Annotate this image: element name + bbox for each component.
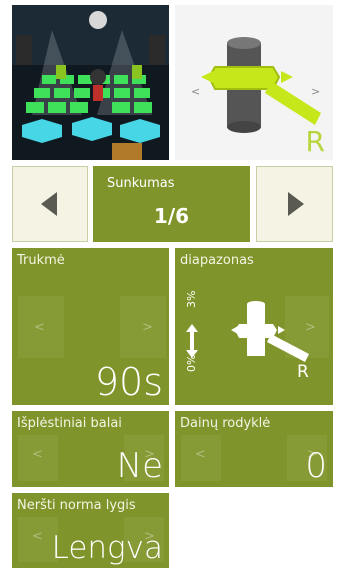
left-arrow-icon — [41, 192, 57, 216]
song-indicator-label: Dainų rodyklė — [180, 416, 271, 431]
wear-norm-label: Neršti norma lygis — [17, 498, 136, 513]
stage-preview-image[interactable] — [12, 5, 169, 160]
extended-scores-prev-arrow: < — [32, 447, 43, 462]
duration-label: Trukmė — [17, 253, 65, 268]
extended-scores-tile[interactable]: Išplėstiniai balai < > Ne — [12, 411, 169, 487]
duration-value: 90s — [94, 360, 163, 404]
song-indicator-value: 0 — [305, 446, 327, 486]
extended-scores-label: Išplėstiniai balai — [17, 416, 122, 431]
difficulty-value: 1/6 — [153, 204, 190, 228]
svg-text:<: < — [191, 85, 200, 98]
difficulty-label: Sunkumas — [107, 176, 175, 191]
song-indicator-prev-arrow: < — [195, 447, 206, 462]
duration-prev-arrow: < — [34, 320, 45, 335]
difficulty-tile[interactable]: Sunkumas 1/6 — [93, 166, 250, 242]
duration-tile[interactable]: Trukmė < > 90s — [12, 248, 169, 405]
hold-note-icon-tile[interactable]: < > R — [175, 5, 333, 160]
duration-next-arrow: > — [142, 320, 153, 335]
hold-icon-letter: R — [305, 125, 325, 158]
range-mode-letter: R — [297, 362, 309, 382]
wear-norm-value: Lengva — [51, 530, 163, 566]
extended-scores-value: Ne — [116, 446, 163, 486]
range-lower-percent: 0% — [185, 354, 198, 372]
song-indicator-tile[interactable]: Dainų rodyklė < > 0 — [175, 411, 333, 487]
range-tile[interactable]: diapazonas > 3% 0% R — [175, 248, 333, 405]
range-label: diapazonas — [180, 253, 254, 268]
wear-norm-tile[interactable]: Neršti norma lygis < > Lengva — [12, 493, 169, 568]
difficulty-prev-button[interactable] — [12, 166, 88, 242]
range-hold-clamp-icon — [231, 301, 309, 362]
svg-text:>: > — [311, 85, 320, 98]
difficulty-next-button[interactable] — [256, 166, 333, 242]
stage-scene-illustration — [12, 5, 169, 160]
right-arrow-icon — [287, 192, 304, 216]
range-upper-percent: 3% — [185, 290, 198, 308]
wear-norm-prev-arrow: < — [32, 529, 43, 544]
